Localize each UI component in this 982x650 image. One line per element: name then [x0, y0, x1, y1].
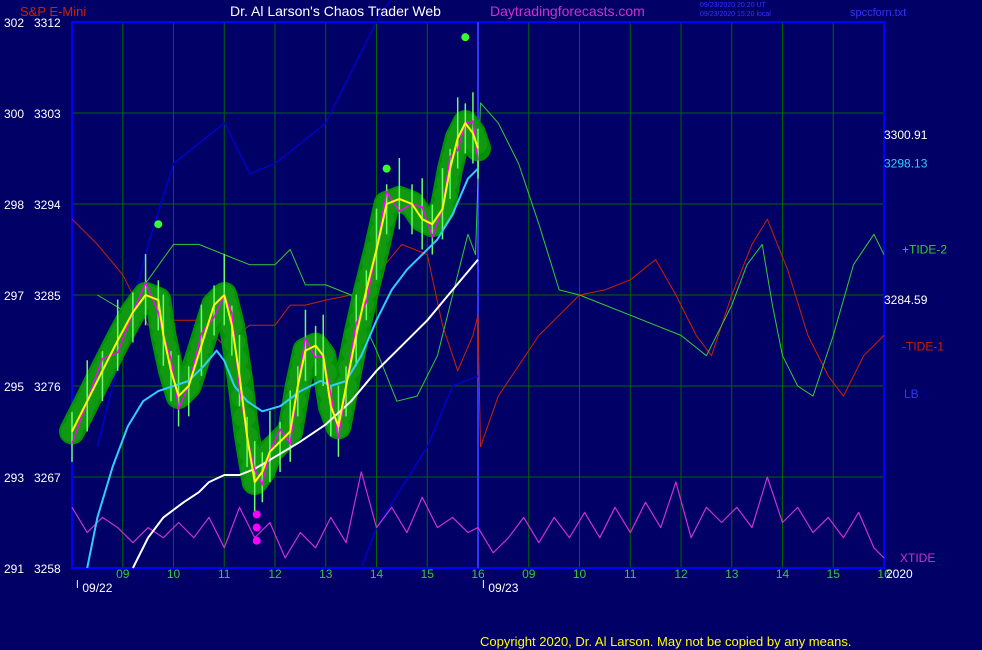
right-label: LB	[904, 387, 919, 401]
chaos-trader-chart: 302 3312300 3303298 3294297 3285295 3276293 32…	[0, 0, 982, 650]
date-label: 09/23	[488, 581, 518, 595]
high-marker	[154, 220, 163, 229]
copyright-notice: Copyright 2020, Dr. Al Larson. May not b…	[480, 634, 851, 649]
right-label: 3284.59	[884, 293, 928, 307]
plot-background	[0, 0, 982, 650]
x-tick-label: 12	[674, 567, 688, 581]
right-label: -TIDE-1	[902, 340, 944, 354]
right-label: XTIDE	[900, 551, 935, 565]
year-label: 2020	[886, 567, 913, 581]
y-tick-ref-label: 300	[4, 107, 24, 121]
y-tick-price-label: 3276	[34, 380, 61, 394]
x-tick-label: 10	[573, 567, 587, 581]
low-marker	[252, 510, 261, 519]
x-tick-label: 12	[268, 567, 282, 581]
x-tick-label: 16	[471, 567, 485, 581]
instrument-label: S&P E-Mini	[20, 4, 86, 19]
x-tick-label: 15	[827, 567, 841, 581]
high-marker	[382, 164, 391, 173]
x-tick-label: 15	[421, 567, 435, 581]
y-tick-ref-label: 298	[4, 198, 24, 212]
y-tick-price-label: 3258	[34, 562, 61, 576]
right-label: +TIDE-2	[902, 242, 947, 256]
x-tick-label: 09	[116, 567, 130, 581]
filename-label: spccforn.txt	[850, 7, 906, 19]
y-tick-price-label: 3294	[34, 198, 61, 212]
y-tick-ref-label: 291	[4, 562, 24, 576]
y-tick-price-label: 3285	[34, 289, 61, 303]
date-label: 09/22	[82, 581, 112, 595]
timestamp-local: 09/23/2020 15:20 local	[700, 11, 771, 18]
y-tick-price-label: 3267	[34, 471, 61, 485]
y-tick-ref-label: 295	[4, 380, 24, 394]
timestamp-ut: 09/23/2020 20:20 UT	[700, 2, 766, 9]
chart-title: Dr. Al Larson's Chaos Trader Web	[230, 3, 441, 19]
low-marker	[252, 523, 261, 532]
x-tick-label: 13	[725, 567, 739, 581]
x-tick-label: 14	[776, 567, 790, 581]
right-label: 3300.91	[884, 128, 928, 142]
x-tick-label: 10	[167, 567, 181, 581]
x-tick-label: 09	[522, 567, 536, 581]
site-link[interactable]: Daytradingforecasts.com	[490, 3, 645, 19]
x-tick-label: 14	[370, 567, 384, 581]
y-tick-ref-label: 297	[4, 289, 24, 303]
low-marker	[252, 536, 261, 545]
x-tick-label: 13	[319, 567, 333, 581]
x-tick-label: 11	[218, 567, 231, 581]
right-label: 3298.13	[884, 157, 928, 171]
high-marker	[461, 33, 470, 42]
y-tick-ref-label: 293	[4, 471, 24, 485]
x-tick-label: 11	[624, 567, 637, 581]
y-tick-price-label: 3303	[34, 107, 61, 121]
